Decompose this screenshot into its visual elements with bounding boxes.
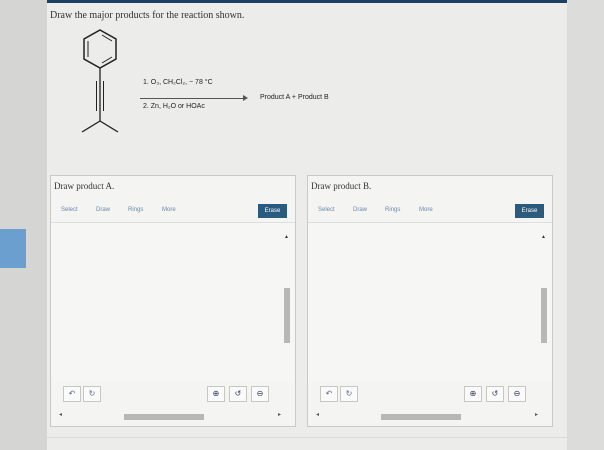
- reset-zoom-icon[interactable]: ↺: [486, 386, 504, 402]
- tool-rings[interactable]: Rings: [128, 207, 143, 213]
- drawing-toolbar: Select Draw Rings More Erase: [308, 196, 552, 223]
- scroll-up-icon[interactable]: ▲: [284, 234, 289, 240]
- canvas-controls: ↶ ↻ ⊕ ↺ ⊖: [51, 381, 295, 407]
- reaction-scheme: 1. O₃, CH₂Cl₂, − 78 °C 2. Zn, H₂O or HOA…: [140, 76, 360, 116]
- zoom-in-icon[interactable]: ⊕: [464, 386, 482, 402]
- tool-select[interactable]: Select: [318, 207, 335, 213]
- left-sidebar: [0, 0, 47, 450]
- tool-draw[interactable]: Draw: [96, 207, 110, 213]
- reactant-molecule: [81, 29, 119, 133]
- panel-title: Draw product B.: [311, 181, 372, 191]
- horizontal-scrollbar[interactable]: ◂ ▸: [59, 411, 281, 420]
- drawing-canvas[interactable]: [51, 223, 295, 383]
- zoom-out-icon[interactable]: ⊖: [251, 386, 269, 402]
- scrollbar-thumb[interactable]: [124, 414, 204, 420]
- drawing-toolbar: Select Draw Rings More Erase: [51, 196, 295, 223]
- erase-button[interactable]: Erase: [515, 204, 544, 218]
- tool-more[interactable]: More: [162, 207, 176, 213]
- vertical-scrollbar[interactable]: ▲: [284, 234, 290, 346]
- reaction-arrow: [140, 98, 245, 99]
- tool-select[interactable]: Select: [61, 207, 78, 213]
- erase-button[interactable]: Erase: [258, 204, 287, 218]
- divider: [47, 437, 567, 438]
- tool-draw[interactable]: Draw: [353, 207, 367, 213]
- scroll-left-icon[interactable]: ◂: [59, 411, 62, 418]
- scroll-up-icon[interactable]: ▲: [541, 234, 546, 240]
- question-prompt: Draw the major products for the reaction…: [50, 10, 245, 21]
- canvas-controls: ↶ ↻ ⊕ ↺ ⊖: [308, 381, 552, 407]
- scroll-right-icon[interactable]: ▸: [535, 411, 538, 418]
- drawing-canvas[interactable]: [308, 223, 552, 383]
- panel-title: Draw product A.: [54, 181, 115, 191]
- tool-more[interactable]: More: [419, 207, 433, 213]
- tool-rings[interactable]: Rings: [385, 207, 400, 213]
- scroll-left-icon[interactable]: ◂: [316, 411, 319, 418]
- scrollbar-thumb[interactable]: [381, 414, 461, 420]
- sidebar-tab[interactable]: [0, 229, 26, 268]
- undo-icon[interactable]: ↶: [320, 386, 338, 402]
- scrollbar-thumb[interactable]: [541, 288, 547, 343]
- reaction-condition-1: 1. O₃, CH₂Cl₂, − 78 °C: [143, 79, 213, 86]
- zoom-in-icon[interactable]: ⊕: [207, 386, 225, 402]
- reset-zoom-icon[interactable]: ↺: [229, 386, 247, 402]
- scroll-right-icon[interactable]: ▸: [278, 411, 281, 418]
- redo-icon[interactable]: ↻: [83, 386, 101, 402]
- zoom-out-icon[interactable]: ⊖: [508, 386, 526, 402]
- draw-panel-a: Draw product A. Select Draw Rings More E…: [50, 175, 296, 427]
- scrollbar-thumb[interactable]: [284, 288, 290, 343]
- reaction-products: Product A + Product B: [260, 94, 329, 101]
- vertical-scrollbar[interactable]: ▲: [541, 234, 547, 346]
- draw-panel-b: Draw product B. Select Draw Rings More E…: [307, 175, 553, 427]
- reaction-condition-2: 2. Zn, H₂O or HOAc: [143, 103, 205, 110]
- horizontal-scrollbar[interactable]: ◂ ▸: [316, 411, 538, 420]
- undo-icon[interactable]: ↶: [63, 386, 81, 402]
- redo-icon[interactable]: ↻: [340, 386, 358, 402]
- right-margin: [567, 0, 604, 450]
- reaction-arrow-head: [243, 95, 248, 101]
